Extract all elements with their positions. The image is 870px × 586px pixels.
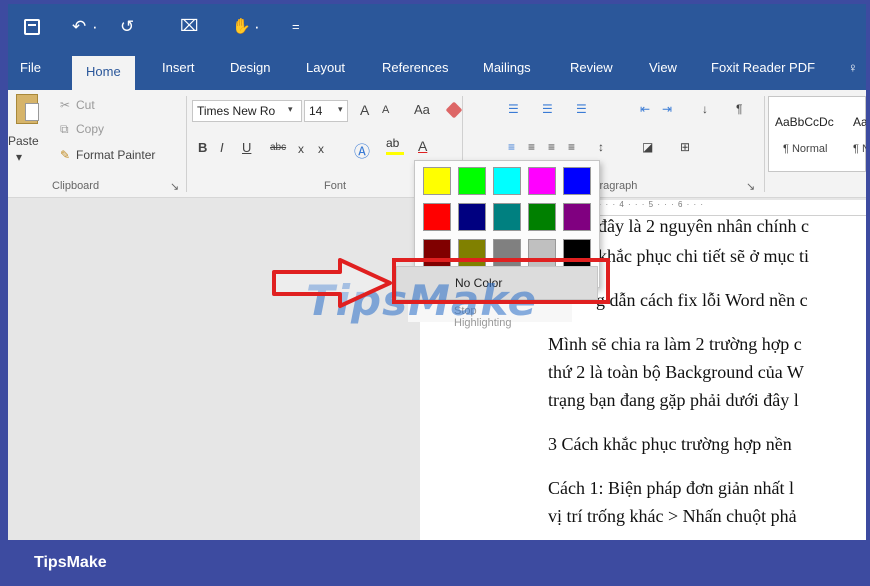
bullets-icon[interactable]: ☰ [508, 102, 519, 116]
subscript-button[interactable]: x [298, 142, 304, 156]
strikethrough-button[interactable]: abc [270, 142, 286, 153]
customize-qat-icon[interactable]: = [292, 18, 300, 36]
undo-icon[interactable]: ↶ [72, 18, 86, 36]
document-line: đây là 2 nguyên nhân chính c [598, 216, 809, 236]
underline-button[interactable]: U [242, 140, 251, 155]
justify-icon[interactable]: ≡ [568, 140, 575, 154]
document-line: khắc phục chi tiết sẽ ở mục ti [598, 246, 809, 266]
tab-review[interactable]: Review [570, 60, 613, 75]
footer-bar: TipsMake [0, 540, 870, 586]
document-line: g dẫn cách fix lỗi Word nền c [596, 290, 808, 310]
borders-icon[interactable]: ⊞ [680, 140, 690, 154]
format-painter-button[interactable]: Format Painter [76, 148, 155, 162]
bold-button[interactable]: B [198, 140, 207, 155]
sort-icon[interactable]: ↓ [702, 102, 708, 116]
tab-mailings[interactable]: Mailings [483, 60, 531, 75]
align-center-icon[interactable]: ≡ [528, 140, 535, 154]
color-swatch[interactable] [423, 167, 451, 195]
color-swatch[interactable] [493, 167, 521, 195]
copy-icon: ⧉ [60, 122, 69, 136]
format-painter-icon: ✎ [60, 148, 71, 162]
style-second-preview[interactable]: Aa [853, 115, 866, 129]
paste-icon[interactable] [16, 94, 39, 124]
decrease-indent-icon[interactable]: ⇤ [640, 102, 650, 116]
title-bar: ↶ · ↺ ⌧ ✋ · = [8, 4, 866, 50]
separator [186, 96, 187, 192]
tell-me-icon[interactable]: ♀ [848, 60, 858, 75]
separator [764, 96, 765, 192]
footer-brand: TipsMake [34, 554, 107, 571]
cut-button[interactable]: Cut [76, 98, 95, 112]
paragraph-launcher-icon[interactable]: ↘ [746, 180, 755, 193]
shading-icon[interactable]: ◪ [642, 140, 653, 154]
cut-icon: ✂ [60, 98, 71, 112]
paste-dropdown-icon[interactable]: ▾ [16, 150, 22, 164]
red-arrow-annotation [272, 258, 392, 308]
tab-home[interactable]: Home [72, 56, 135, 90]
clipboard-group-label: Clipboard [52, 180, 100, 192]
style-gallery: AaBbCcDc ¶ Normal Aa ¶ N [768, 96, 866, 172]
clipboard-launcher-icon[interactable]: ↘ [170, 180, 179, 193]
change-case-button[interactable]: Aa [414, 102, 430, 117]
font-family-combo[interactable]: Times New Ro [192, 100, 302, 122]
touch-icon[interactable]: ✋ [232, 18, 251, 36]
color-swatch[interactable] [528, 167, 556, 195]
align-right-icon[interactable]: ≡ [548, 140, 555, 154]
document-line: Cách 1: Biện pháp đơn giản nhất l [548, 478, 794, 498]
document-line: 3 Cách khắc phục trường hợp nền [548, 434, 792, 454]
tab-insert[interactable]: Insert [162, 60, 195, 75]
paste-button[interactable]: Paste [8, 134, 39, 148]
numbering-icon[interactable]: ☰ [542, 102, 553, 116]
line-spacing-icon[interactable]: ↕ [598, 140, 604, 154]
ribbon-tabs: File Home Insert Design Layout Reference… [8, 50, 866, 90]
touch-mode-icon[interactable]: ⌧ [180, 18, 198, 36]
shrink-font-button[interactable]: A [382, 104, 389, 116]
touch-dropdown[interactable]: · [254, 18, 260, 36]
clear-formatting-icon[interactable] [445, 101, 463, 119]
tab-design[interactable]: Design [230, 60, 270, 75]
color-swatch[interactable] [423, 203, 451, 231]
document-line: thứ 2 là toàn bộ Background của W [548, 362, 804, 382]
font-color-icon[interactable]: A [418, 138, 427, 154]
tab-layout[interactable]: Layout [306, 60, 345, 75]
superscript-button[interactable]: x [318, 142, 324, 156]
show-marks-icon[interactable]: ¶ [736, 102, 742, 116]
save-icon[interactable] [24, 19, 40, 35]
tab-file[interactable]: File [20, 60, 41, 75]
style-normal-label[interactable]: ¶ Normal [783, 143, 827, 155]
document-line: trạng bạn đang gặp phải dưới đây l [548, 390, 799, 410]
color-swatch[interactable] [563, 167, 591, 195]
style-second-label[interactable]: ¶ N [853, 143, 866, 155]
color-swatch[interactable] [493, 203, 521, 231]
color-swatch[interactable] [528, 203, 556, 231]
undo-dropdown[interactable]: · [92, 18, 98, 36]
tab-foxit-reader-pdf[interactable]: Foxit Reader PDF [711, 60, 815, 75]
redo-icon[interactable]: ↺ [120, 18, 134, 36]
highlight-icon[interactable]: ab [386, 136, 399, 150]
document-line: Mình sẽ chia ra làm 2 trường hợp c [548, 334, 802, 354]
font-group-label: Font [324, 180, 347, 192]
color-swatch[interactable] [458, 167, 486, 195]
document-line: vị trí trống khác > Nhấn chuột phả [548, 506, 797, 526]
align-left-icon[interactable]: ≡ [508, 140, 515, 154]
italic-button[interactable]: I [220, 140, 224, 155]
highlight-color-bar [386, 152, 404, 155]
color-swatch[interactable] [563, 203, 591, 231]
font-size-dropdown-icon[interactable]: ▾ [338, 104, 343, 115]
screenshot-frame: ↶ · ↺ ⌧ ✋ · = File Home Insert Design La… [0, 0, 870, 586]
style-normal-preview[interactable]: AaBbCcDc [775, 115, 834, 129]
font-family-dropdown-icon[interactable]: ▾ [288, 104, 293, 115]
tab-view[interactable]: View [649, 60, 677, 75]
color-swatch[interactable] [458, 203, 486, 231]
red-highlight-box [392, 258, 610, 304]
multilevel-list-icon[interactable]: ☰ [576, 102, 587, 116]
increase-indent-icon[interactable]: ⇥ [662, 102, 672, 116]
copy-button[interactable]: Copy [76, 122, 104, 136]
grow-font-button[interactable]: A [360, 102, 369, 118]
tab-references[interactable]: References [382, 60, 448, 75]
text-effects-icon[interactable]: Ⓐ [354, 138, 370, 162]
